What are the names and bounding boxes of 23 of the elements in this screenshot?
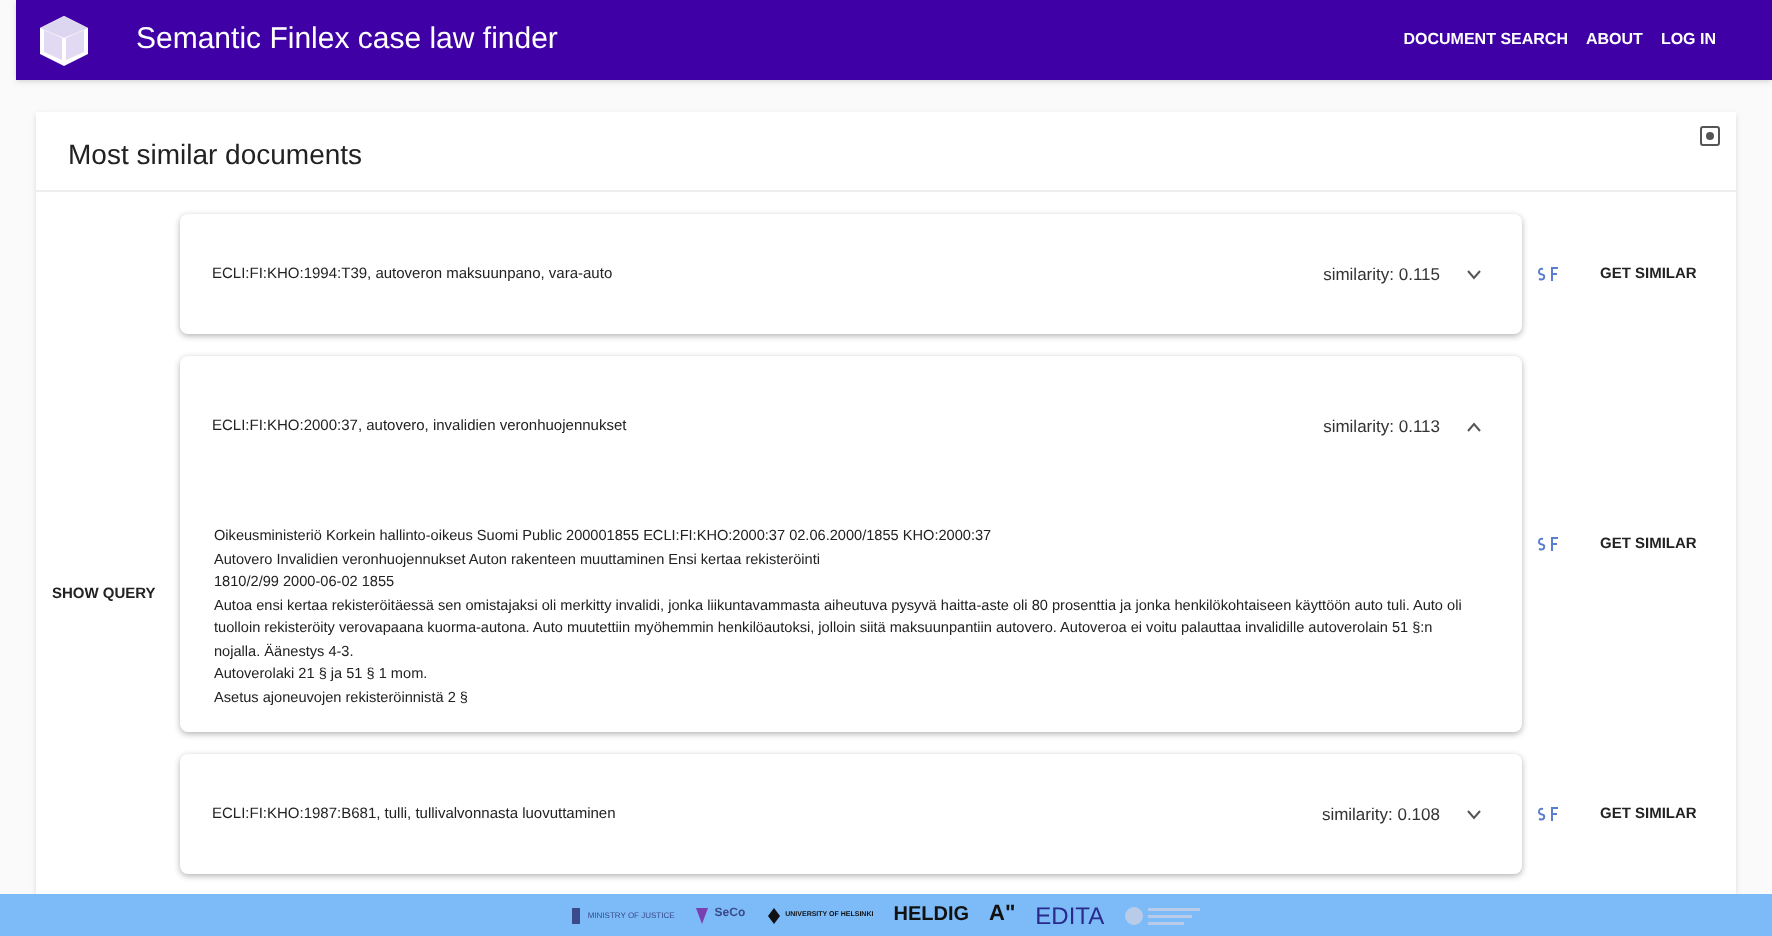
partner-logo-text: HELDIG [893, 902, 969, 930]
nav-link[interactable]: LOG IN [1660, 28, 1716, 52]
finlex-link-icon[interactable] [1536, 266, 1560, 282]
nav-link[interactable]: DOCUMENT SEARCH [1403, 28, 1568, 52]
ministry-logo-icon [1124, 903, 1205, 927]
similarity-score: similarity: 0.115 [1323, 261, 1440, 287]
settings-icon[interactable] [1700, 126, 1720, 146]
collapse-chevron-icon[interactable] [1466, 421, 1482, 431]
app-title: Semantic Finlex case law finder [136, 19, 558, 60]
similarity-score: similarity: 0.108 [1321, 801, 1440, 827]
expand-chevron-icon[interactable] [1466, 269, 1482, 279]
panel-title: Most similar documents [68, 136, 363, 174]
finlex-link-icon[interactable] [1536, 536, 1560, 552]
partner-logo-text: EDITA [1035, 899, 1105, 933]
partner-logo-text: A" [989, 900, 1016, 931]
logo-emblem-icon [765, 905, 782, 925]
similarity-score: similarity: 0.113 [1323, 413, 1440, 439]
cube-logo-icon [36, 12, 92, 68]
logo-emblem-icon [694, 905, 711, 925]
logo-emblem-icon [567, 905, 584, 925]
nav-link[interactable]: ABOUT [1585, 28, 1643, 52]
finlex-link-icon[interactable] [1536, 806, 1560, 822]
expand-chevron-icon[interactable] [1466, 809, 1482, 819]
